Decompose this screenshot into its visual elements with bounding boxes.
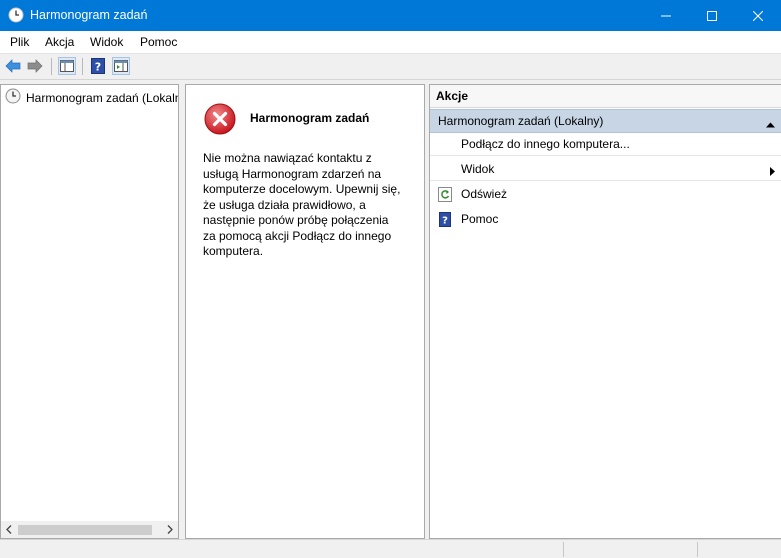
console-tree-pane: Harmonogram zadań (Lokaln (0, 84, 179, 539)
action-label: Odśwież (461, 187, 508, 201)
svg-text:?: ? (95, 61, 101, 74)
close-button[interactable] (735, 0, 781, 31)
svg-text:?: ? (442, 215, 448, 226)
help-icon[interactable]: ? (89, 57, 107, 75)
help-icon: ? (438, 211, 452, 227)
action-connect-other-computer[interactable]: Podłącz do innego komputera... (430, 132, 781, 156)
action-view[interactable]: Widok (430, 157, 781, 181)
actions-header: Akcje (430, 85, 781, 108)
tree-item-task-scheduler[interactable]: Harmonogram zadań (Lokaln (5, 88, 179, 107)
section-title: Harmonogram zadań (Lokalny) (438, 114, 604, 128)
minimize-button[interactable] (643, 0, 689, 31)
forward-arrow-icon[interactable] (26, 57, 44, 75)
scroll-thumb[interactable] (18, 525, 152, 535)
status-bar (0, 539, 781, 558)
scroll-right-icon[interactable] (165, 524, 175, 535)
results-pane: Harmonogram zadań Nie można nawiązać kon… (185, 84, 425, 539)
clock-icon (5, 88, 21, 107)
actions-section-header[interactable]: Harmonogram zadań (Lokalny) (430, 109, 781, 133)
action-label: Widok (461, 162, 495, 176)
show-hide-action-pane-icon[interactable] (112, 57, 130, 75)
tree-item-label: Harmonogram zadań (Lokaln (26, 90, 179, 105)
action-label: Podłącz do innego komputera... (461, 137, 630, 151)
menu-widok[interactable]: Widok (90, 35, 123, 49)
menu-bar: Plik Akcja Widok Pomoc (0, 31, 781, 53)
actions-pane: Akcje Harmonogram zadań (Lokalny) Podłąc… (429, 84, 781, 539)
menu-akcja[interactable]: Akcja (45, 35, 74, 49)
show-hide-console-tree-icon[interactable] (58, 57, 76, 75)
action-help[interactable]: ? Pomoc (430, 207, 781, 231)
toolbar: ? (0, 53, 781, 80)
horizontal-scrollbar[interactable] (1, 521, 178, 538)
refresh-icon (438, 186, 452, 202)
submenu-arrow-icon (770, 165, 775, 179)
maximize-button[interactable] (689, 0, 735, 31)
actions-title: Akcje (436, 89, 469, 103)
menu-plik[interactable]: Plik (10, 35, 29, 49)
window-title: Harmonogram zadań (30, 8, 148, 22)
back-arrow-icon[interactable] (4, 57, 22, 75)
title-bar: Harmonogram zadań (0, 0, 781, 31)
action-refresh[interactable]: Odśwież (430, 182, 781, 206)
action-label: Pomoc (461, 212, 499, 226)
error-icon (204, 103, 236, 135)
collapse-up-icon[interactable] (766, 117, 775, 131)
clock-icon (8, 7, 24, 23)
error-message: Nie można nawiązać kontaktu z usługą Har… (203, 151, 401, 258)
menu-pomoc[interactable]: Pomoc (140, 35, 177, 49)
scroll-left-icon[interactable] (4, 524, 14, 535)
error-title: Harmonogram zadań (250, 111, 370, 125)
